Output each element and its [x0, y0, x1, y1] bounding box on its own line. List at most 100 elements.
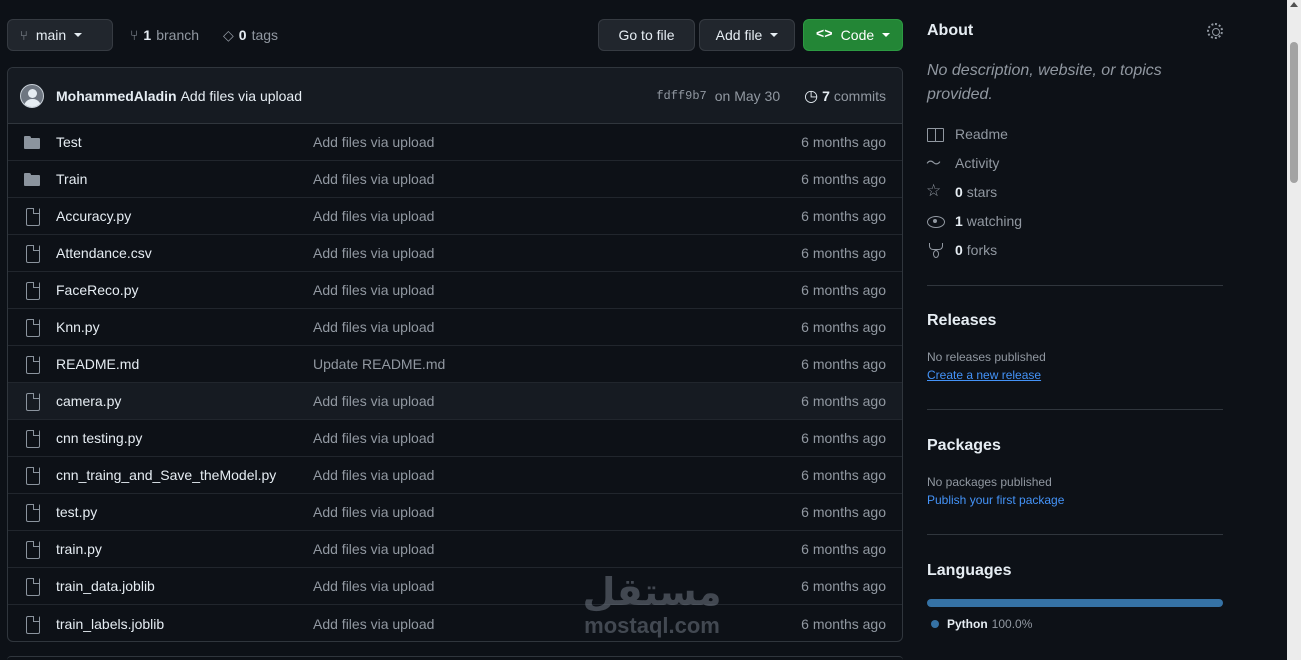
table-row[interactable]: cnn_traing_and_Save_theModel.py Add files…	[8, 457, 902, 494]
file-name-link[interactable]: README.md	[56, 356, 139, 372]
branch-icon: ⑂	[130, 27, 139, 43]
file-name-link[interactable]: train_data.joblib	[56, 578, 155, 594]
file-commit-message-link[interactable]: Add files via upload	[313, 504, 434, 520]
file-commit-date: 6 months ago	[801, 319, 886, 335]
file-name-link[interactable]: Knn.py	[56, 319, 100, 335]
file-commit-message-link[interactable]: Add files via upload	[313, 578, 434, 594]
language-item[interactable]: Python 100.0%	[927, 615, 1032, 633]
fork-icon	[927, 242, 943, 258]
activity-link[interactable]: Activity	[926, 152, 999, 173]
file-commit-message-link[interactable]: Add files via upload	[313, 134, 434, 150]
file-commit-message-link[interactable]: Add files via upload	[313, 430, 434, 446]
code-icon: <>	[815, 27, 833, 43]
file-list: Test Add files via upload 6 months ago Trai…	[8, 124, 902, 641]
file-name-link[interactable]: cnn testing.py	[56, 430, 142, 446]
create-release-link[interactable]: Create a new release	[927, 368, 1041, 382]
language-percent: 100.0%	[991, 617, 1033, 631]
avatar[interactable]	[20, 83, 44, 108]
releases-heading[interactable]: Releases	[927, 312, 996, 330]
table-row[interactable]: Train Add files via upload 6 months ago	[8, 161, 902, 198]
readme-link[interactable]: Readme	[927, 124, 1008, 144]
commit-author-link[interactable]: MohammedAladin	[56, 88, 177, 104]
pulse-icon	[926, 152, 943, 173]
branches-link[interactable]: ⑂ 1 branch	[130, 19, 199, 51]
book-icon	[927, 126, 944, 142]
file-commit-message-link[interactable]: Add files via upload	[313, 393, 434, 409]
file-name-link[interactable]: train_labels.joblib	[56, 616, 164, 632]
language-name: Python	[947, 617, 988, 631]
file-commit-message-link[interactable]: Add files via upload	[313, 282, 434, 298]
table-row[interactable]: cnn testing.py Add files via upload 6 mont…	[8, 420, 902, 457]
repo-toolbar: ⑂ main ⑂ 1 branch ◇ 0 tags Go to file Ad…	[7, 19, 903, 51]
file-name-link[interactable]: Train	[56, 171, 87, 187]
chevron-down-icon	[74, 33, 83, 37]
file-commit-message-link[interactable]: Add files via upload	[313, 208, 434, 224]
tag-icon: ◇	[223, 26, 234, 43]
publish-package-link[interactable]: Publish your first package	[927, 493, 1064, 507]
table-row[interactable]: train.py Add files via upload 6 months ago	[8, 531, 902, 568]
about-description: No description, website, or topics provi…	[927, 62, 1162, 103]
file-name-link[interactable]: Attendance.csv	[56, 245, 152, 261]
file-commit-date: 6 months ago	[801, 504, 886, 520]
releases-empty-text: No releases published	[927, 350, 1046, 364]
forks-label: forks	[966, 242, 998, 258]
commit-label: commits	[833, 88, 886, 104]
packages-heading[interactable]: Packages	[927, 437, 1001, 455]
table-row[interactable]: README.md Update README.md 6 months ago	[8, 346, 902, 383]
table-row[interactable]: test.py Add files via upload 6 months ago	[8, 494, 902, 531]
file-commit-message-link[interactable]: Add files via upload	[313, 541, 434, 557]
file-commit-message-link[interactable]: Add files via upload	[313, 467, 434, 483]
file-commit-message-link[interactable]: Add files via upload	[313, 171, 434, 187]
scroll-up-arrow-icon[interactable]	[1290, 2, 1298, 7]
file-icon	[24, 430, 40, 448]
gear-icon[interactable]	[1207, 23, 1223, 39]
commit-sha-link[interactable]: fdff9b7	[656, 89, 706, 103]
file-name-link[interactable]: Accuracy.py	[56, 208, 131, 224]
table-row[interactable]: FaceReco.py Add files via upload 6 months …	[8, 272, 902, 309]
table-row[interactable]: Accuracy.py Add files via upload 6 months …	[8, 198, 902, 235]
file-name-link[interactable]: camera.py	[56, 393, 121, 409]
file-commit-message-link[interactable]: Add files via upload	[313, 616, 434, 632]
table-row[interactable]: Knn.py Add files via upload 6 months ago	[8, 309, 902, 346]
forks-link[interactable]: 0 forks	[927, 240, 997, 260]
file-commit-date: 6 months ago	[801, 467, 886, 483]
file-commit-date: 6 months ago	[801, 393, 886, 409]
go-to-file-button[interactable]: Go to file	[598, 19, 695, 51]
table-row[interactable]: train_data.joblib Add files via upload 6 m…	[8, 568, 902, 605]
file-commit-date: 6 months ago	[801, 282, 886, 298]
file-name-link[interactable]: test.py	[56, 504, 97, 520]
file-name-link[interactable]: Test	[56, 134, 82, 150]
file-commit-date: 6 months ago	[801, 245, 886, 261]
divider	[927, 534, 1223, 535]
file-commit-message-link[interactable]: Add files via upload	[313, 245, 434, 261]
file-commit-message-link[interactable]: Add files via upload	[313, 319, 434, 335]
stars-label: stars	[966, 184, 998, 200]
tags-link[interactable]: ◇ 0 tags	[223, 19, 278, 51]
commits-link[interactable]: ◷ 7 commits	[804, 86, 886, 106]
stars-link[interactable]: 0 stars	[926, 181, 998, 202]
file-name-link[interactable]: train.py	[56, 541, 102, 557]
watching-link[interactable]: 1 watching	[927, 211, 1022, 231]
file-icon	[24, 245, 40, 263]
file-name-link[interactable]: FaceReco.py	[56, 282, 138, 298]
language-color-dot	[931, 620, 939, 628]
table-row[interactable]: Test Add files via upload 6 months ago	[8, 124, 902, 161]
table-row[interactable]: Attendance.csv Add files via upload 6 mont…	[8, 235, 902, 272]
history-icon: ◷	[804, 88, 819, 105]
folder-icon	[24, 171, 40, 187]
commit-count: 7	[822, 88, 830, 104]
readme-label: Readme	[955, 126, 1008, 142]
file-icon	[24, 282, 40, 300]
file-icon	[24, 208, 40, 226]
branch-selector-button[interactable]: ⑂ main	[7, 19, 113, 51]
commit-message-link[interactable]: Add files via upload	[181, 88, 302, 104]
file-commit-date: 6 months ago	[801, 134, 886, 150]
add-file-button[interactable]: Add file	[699, 19, 795, 51]
file-name-link[interactable]: cnn_traing_and_Save_theModel.py	[56, 467, 276, 483]
code-button[interactable]: <> Code	[803, 19, 903, 51]
table-row[interactable]: train_labels.joblib Add files via upload 6…	[8, 605, 902, 641]
file-commit-message-link[interactable]: Update README.md	[313, 356, 445, 372]
scrollbar-thumb[interactable]	[1290, 42, 1298, 183]
table-row[interactable]: camera.py Add files via upload 6 months ag…	[8, 383, 902, 420]
divider	[927, 285, 1223, 286]
